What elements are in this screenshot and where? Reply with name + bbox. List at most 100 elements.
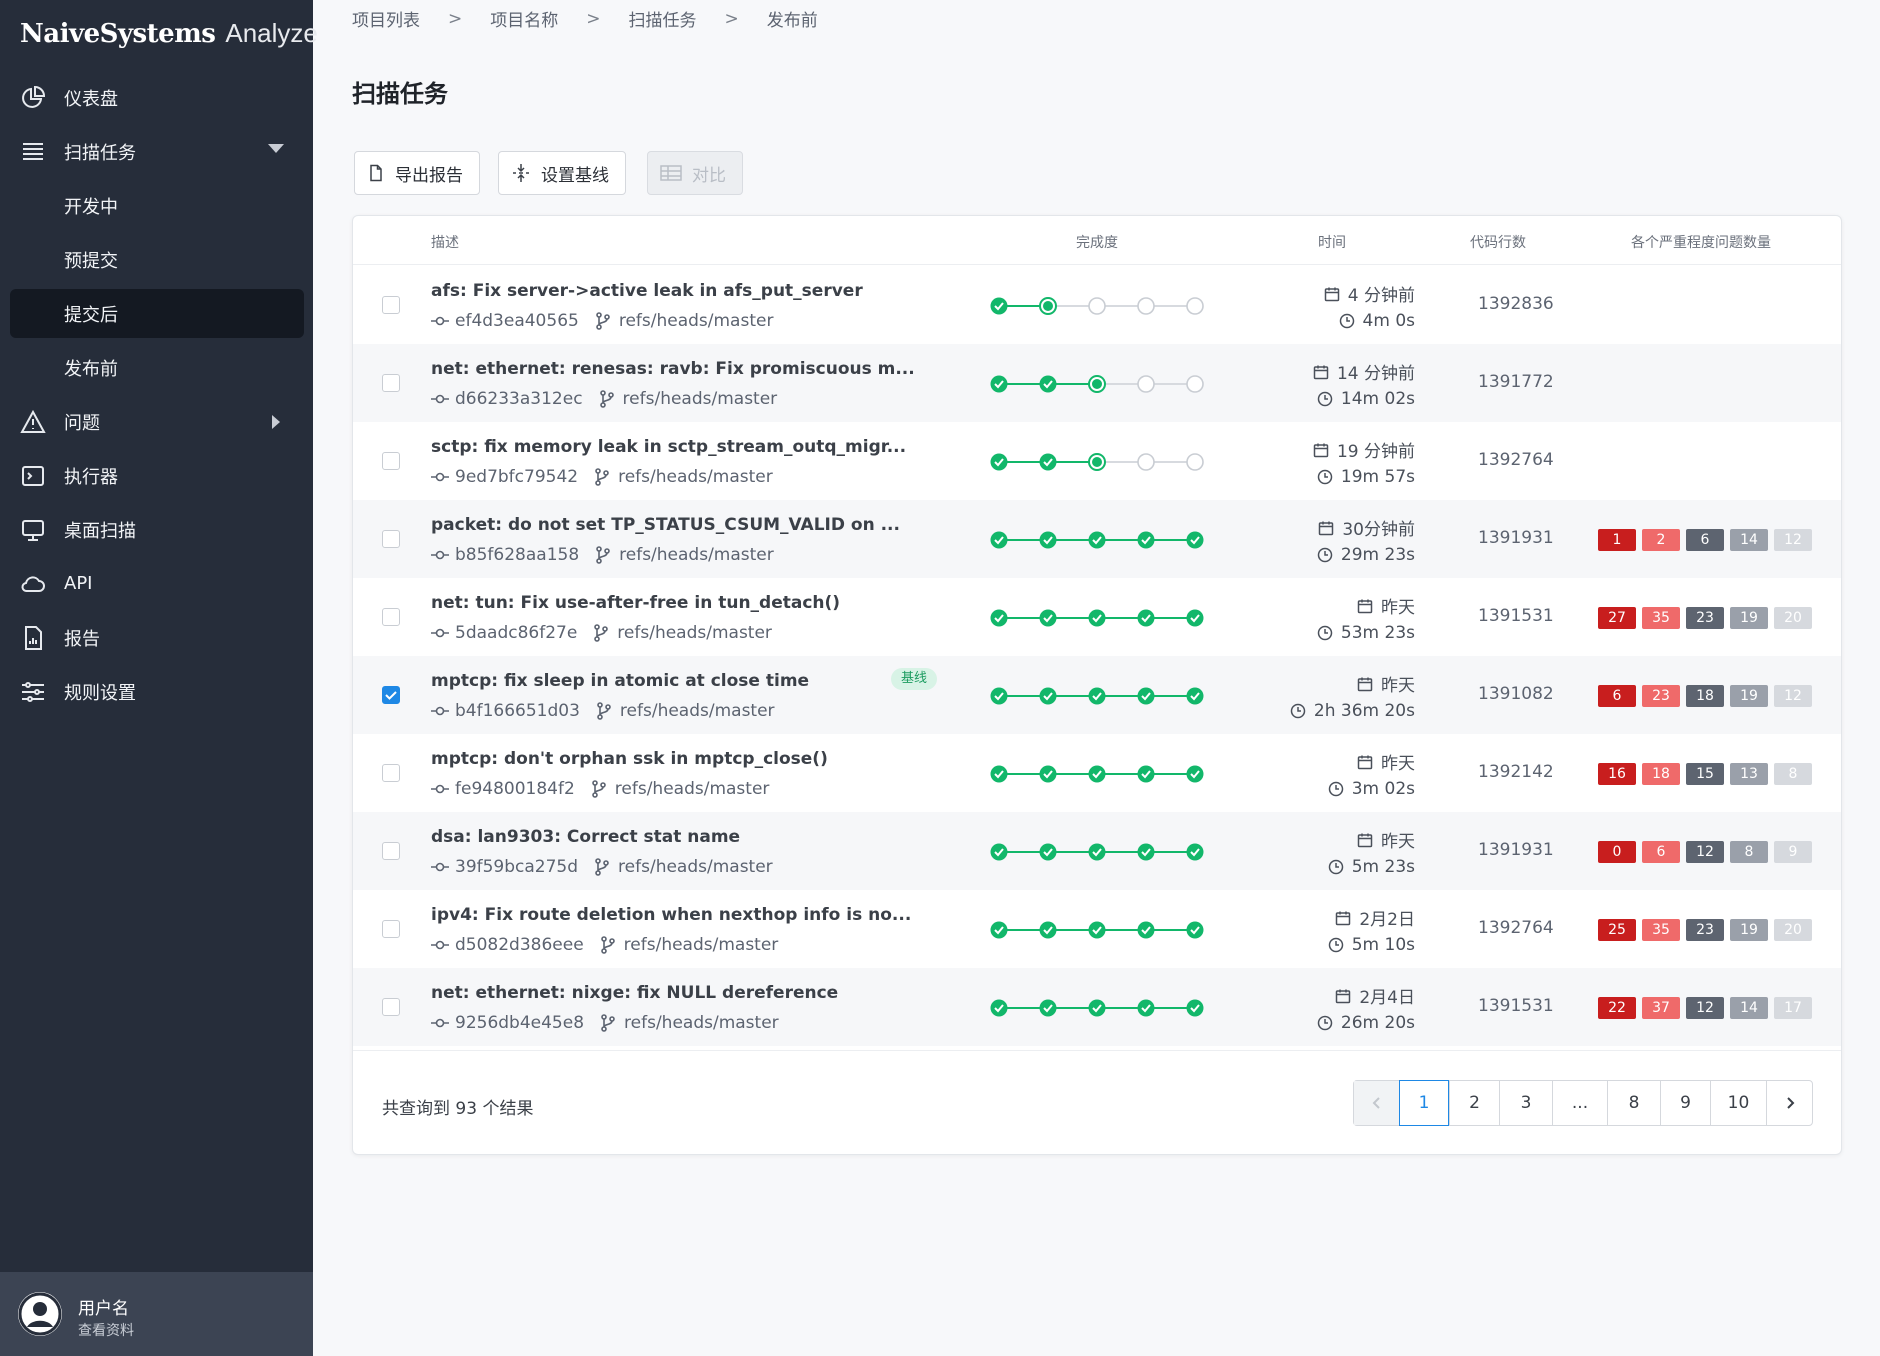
view-profile-link[interactable]: 查看资料 (78, 1320, 134, 1340)
sidebar-item-reports[interactable]: 报告 (10, 613, 304, 662)
commit-hash[interactable]: ef4d3ea40565 (455, 311, 579, 331)
table-row[interactable]: net: ethernet: nixge: fix NULL dereferen… (353, 968, 1841, 1046)
row-checkbox[interactable] (382, 686, 400, 704)
sidebar-item-api[interactable]: API (10, 559, 304, 608)
severity-badge[interactable]: 14 (1730, 997, 1768, 1019)
severity-badge[interactable]: 23 (1686, 919, 1724, 941)
breadcrumb-item[interactable]: 扫描任务 (629, 6, 697, 31)
row-checkbox[interactable] (382, 374, 400, 392)
severity-badge[interactable]: 20 (1774, 919, 1812, 941)
sidebar-item-rule-settings[interactable]: 规则设置 (10, 667, 304, 716)
severity-badge[interactable]: 18 (1642, 763, 1680, 785)
table-row[interactable]: net: tun: Fix use-after-free in tun_deta… (353, 578, 1841, 656)
branch-name[interactable]: refs/heads/master (624, 935, 779, 955)
sidebar-item-pre-release[interactable]: 发布前 (10, 343, 304, 392)
prev-page-button[interactable] (1354, 1081, 1399, 1125)
branch-name[interactable]: refs/heads/master (615, 779, 770, 799)
compare-button[interactable]: 对比 (647, 151, 743, 195)
row-checkbox[interactable] (382, 998, 400, 1016)
brand-logo[interactable]: NaiveSystems Analyze (20, 18, 318, 49)
severity-badge[interactable]: 0 (1598, 841, 1636, 863)
table-row[interactable]: net: ethernet: renesas: ravb: Fix promis… (353, 344, 1841, 422)
branch-name[interactable]: refs/heads/master (620, 701, 775, 721)
commit-hash[interactable]: b85f628aa158 (455, 545, 579, 565)
commit-hash[interactable]: 9ed7bfc79542 (455, 467, 578, 487)
page-button-3[interactable]: 3 (1499, 1081, 1552, 1125)
breadcrumb-item[interactable]: 项目名称 (490, 6, 558, 31)
severity-badge[interactable]: 19 (1730, 685, 1768, 707)
user-profile[interactable]: 用户名 查看资料 (0, 1272, 313, 1356)
severity-badge[interactable]: 1 (1598, 529, 1636, 551)
task-title[interactable]: afs: Fix server->active leak in afs_put_… (431, 281, 863, 301)
severity-badge[interactable]: 17 (1774, 997, 1812, 1019)
severity-badge[interactable]: 6 (1642, 841, 1680, 863)
task-title[interactable]: ipv4: Fix route deletion when nexthop in… (431, 905, 911, 925)
severity-badge[interactable]: 23 (1642, 685, 1680, 707)
severity-badge[interactable]: 14 (1730, 529, 1768, 551)
table-row[interactable]: dsa: lan9303: Correct stat name 39f59bca2… (353, 812, 1841, 890)
severity-badge[interactable]: 8 (1730, 841, 1768, 863)
sidebar-item-post-commit[interactable]: 提交后 (10, 289, 304, 338)
severity-badge[interactable]: 22 (1598, 997, 1636, 1019)
branch-name[interactable]: refs/heads/master (619, 311, 774, 331)
severity-badge[interactable]: 35 (1642, 919, 1680, 941)
table-row[interactable]: mptcp: don't orphan ssk in mptcp_close()… (353, 734, 1841, 812)
branch-name[interactable]: refs/heads/master (618, 857, 773, 877)
breadcrumb-item[interactable]: 发布前 (767, 6, 818, 31)
task-title[interactable]: net: tun: Fix use-after-free in tun_deta… (431, 593, 840, 613)
severity-badge[interactable]: 35 (1642, 607, 1680, 629)
sidebar-item-scan-tasks[interactable]: 扫描任务 (10, 127, 304, 176)
row-checkbox[interactable] (382, 764, 400, 782)
severity-badge[interactable]: 12 (1774, 685, 1812, 707)
sidebar-item-developing[interactable]: 开发中 (10, 181, 304, 230)
severity-badge[interactable]: 6 (1686, 529, 1724, 551)
task-title[interactable]: dsa: lan9303: Correct stat name (431, 827, 740, 847)
severity-badge[interactable]: 12 (1686, 841, 1724, 863)
row-checkbox[interactable] (382, 452, 400, 470)
page-button-8[interactable]: 8 (1607, 1081, 1660, 1125)
task-title[interactable]: net: ethernet: renesas: ravb: Fix promis… (431, 359, 915, 379)
severity-badge[interactable]: 6 (1598, 685, 1636, 707)
sidebar-item-dashboard[interactable]: 仪表盘 (10, 73, 304, 122)
branch-name[interactable]: refs/heads/master (623, 389, 778, 409)
breadcrumb-item[interactable]: 项目列表 (352, 6, 420, 31)
severity-badge[interactable]: 27 (1598, 607, 1636, 629)
row-checkbox[interactable] (382, 608, 400, 626)
severity-badge[interactable]: 16 (1598, 763, 1636, 785)
severity-badge[interactable]: 23 (1686, 607, 1724, 629)
page-button-2[interactable]: 2 (1449, 1081, 1499, 1125)
branch-name[interactable]: refs/heads/master (624, 1013, 779, 1033)
next-page-button[interactable] (1766, 1081, 1812, 1125)
commit-hash[interactable]: d5082d386eee (455, 935, 584, 955)
severity-badge[interactable]: 9 (1774, 841, 1812, 863)
task-title[interactable]: packet: do not set TP_STATUS_CSUM_VALID … (431, 515, 900, 535)
severity-badge[interactable]: 2 (1642, 529, 1680, 551)
page-ellipsis[interactable]: ... (1552, 1081, 1607, 1125)
commit-hash[interactable]: 39f59bca275d (455, 857, 578, 877)
task-title[interactable]: net: ethernet: nixge: fix NULL dereferen… (431, 983, 838, 1003)
severity-badge[interactable]: 19 (1730, 607, 1768, 629)
commit-hash[interactable]: fe94800184f2 (455, 779, 575, 799)
severity-badge[interactable]: 25 (1598, 919, 1636, 941)
page-button-9[interactable]: 9 (1660, 1081, 1710, 1125)
page-button-1[interactable]: 1 (1399, 1080, 1449, 1126)
branch-name[interactable]: refs/heads/master (618, 467, 773, 487)
set-baseline-button[interactable]: 设置基线 (498, 151, 626, 195)
severity-badge[interactable]: 37 (1642, 997, 1680, 1019)
severity-badge[interactable]: 13 (1730, 763, 1768, 785)
row-checkbox[interactable] (382, 842, 400, 860)
table-row[interactable]: sctp: fix memory leak in sctp_stream_out… (353, 422, 1841, 500)
severity-badge[interactable]: 12 (1774, 529, 1812, 551)
table-row[interactable]: mptcp: fix sleep in atomic at close time… (353, 656, 1841, 734)
severity-badge[interactable]: 15 (1686, 763, 1724, 785)
severity-badge[interactable]: 12 (1686, 997, 1724, 1019)
row-checkbox[interactable] (382, 296, 400, 314)
commit-hash[interactable]: d66233a312ec (455, 389, 583, 409)
commit-hash[interactable]: 5daadc86f27e (455, 623, 577, 643)
commit-hash[interactable]: b4f166651d03 (455, 701, 580, 721)
row-checkbox[interactable] (382, 530, 400, 548)
sidebar-item-issues[interactable]: 问题 (10, 397, 304, 446)
sidebar-item-pre-commit[interactable]: 预提交 (10, 235, 304, 284)
page-button-10[interactable]: 10 (1710, 1081, 1766, 1125)
table-row[interactable]: afs: Fix server->active leak in afs_put_… (353, 266, 1841, 344)
